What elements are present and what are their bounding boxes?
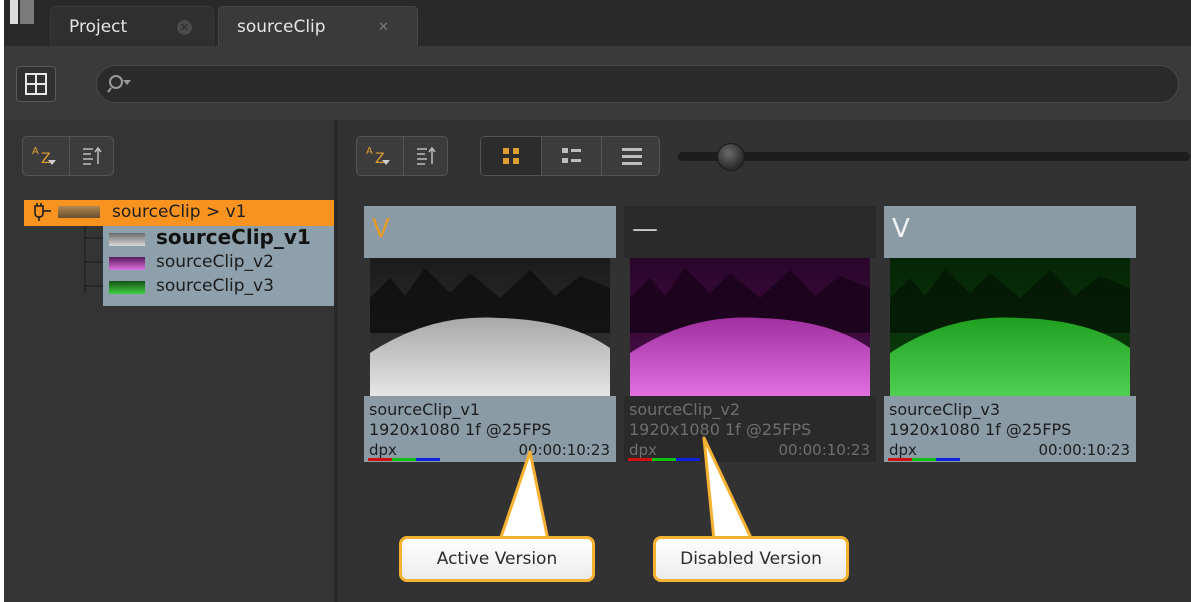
version-name: sourceClip_v3 [889,400,1000,419]
version-timecode: 00:00:10:23 [518,441,610,459]
tab-sourceclip[interactable]: sourceClip ✕ [218,6,418,47]
tree-item-label: sourceClip_v3 [156,276,274,296]
version-card-header: — [624,206,876,258]
thumbnail-size-slider[interactable] [678,152,1190,161]
version-thumbnail [630,258,870,396]
version-info: 1920x1080 1f @25FPS [629,420,812,439]
sort-alpha-icon: AZ [366,146,390,167]
tree-sort-controls: AZ [22,136,114,176]
sort-alpha-button[interactable]: AZ [357,137,403,175]
version-tree-panel: AZ sourceClip > v1 sourceClip_v1 sourceC… [4,120,334,602]
version-card-v1[interactable]: V sourceClip_v1 1920x1080 1f @25FPS dpx … [364,206,616,466]
version-format: dpx [369,441,397,459]
version-thumbnail [370,258,610,396]
bin-viewer-window: Project ✕ sourceClip ✕ A Z sourceClip > … [4,0,1191,602]
search-input[interactable] [141,72,1155,98]
version-card-meta: sourceClip_v3 1920x1080 1f @25FPS dpx 00… [884,396,1136,462]
layout-grid-button[interactable] [16,66,56,102]
pane-menu-icon[interactable] [6,0,38,30]
tab-sourceclip-label: sourceClip [237,17,326,37]
grid-sort-controls: AZ [356,136,448,176]
sort-direction-icon [83,146,102,165]
tree-item-thumbnail [109,233,145,246]
search-field[interactable] [96,65,1179,103]
version-format: dpx [629,441,657,459]
version-card-meta: sourceClip_v1 1920x1080 1f @25FPS dpx 00… [364,396,616,462]
version-name: sourceClip_v2 [629,400,740,419]
tab-project-close-icon[interactable]: ✕ [177,20,192,35]
version-card-v3[interactable]: V sourceClip_v3 1920x1080 1f @25FPS dpx … [884,206,1136,466]
version-timecode: 00:00:10:23 [778,441,870,459]
tree-item-v2[interactable]: sourceClip_v2 [106,252,334,276]
view-details-button[interactable] [541,137,601,175]
version-card-header: V [884,206,1136,258]
tab-project[interactable]: Project ✕ [50,6,214,46]
version-name: sourceClip_v1 [369,400,480,419]
tree-item-thumbnail [109,257,145,270]
version-format: dpx [889,441,917,459]
tree-item-v1[interactable]: sourceClip_v1 [106,225,334,252]
tab-sourceclip-close-icon[interactable]: ✕ [376,20,391,35]
version-state-mark[interactable]: V [372,214,390,244]
version-timecode: 00:00:10:23 [1038,441,1130,459]
rgb-channel-bar [628,458,700,461]
version-info: 1920x1080 1f @25FPS [889,420,1072,439]
version-state-mark[interactable]: — [632,214,658,244]
grid-icon [25,73,47,95]
rgb-channel-bar [368,458,440,461]
sort-direction-icon [417,146,436,165]
tree-item-v3[interactable]: sourceClip_v3 [106,276,334,300]
tree-item-label: sourceClip_v1 [156,225,311,249]
version-thumbnail [890,258,1130,396]
version-info: 1920x1080 1f @25FPS [369,420,552,439]
list-view-icon [622,148,642,165]
version-card-v2[interactable]: — sourceClip_v2 1920x1080 1f @25FPS dpx … [624,206,876,466]
sort-alpha-button[interactable]: AZ [23,137,69,175]
version-state-mark[interactable]: V [892,214,910,244]
search-bar-row [4,46,1191,120]
search-icon[interactable] [107,73,133,95]
tab-strip: Project ✕ sourceClip ✕ [4,0,1191,47]
thumbnail-view-icon [503,148,519,164]
tree-item-thumbnail [109,281,145,294]
view-list-button[interactable] [601,137,659,175]
view-mode-controls [480,136,660,176]
sort-direction-button[interactable] [69,137,113,175]
tab-project-label: Project [69,17,128,37]
version-card-header: V [364,206,616,258]
sort-alpha-icon: AZ [32,146,56,167]
view-thumbnails-button[interactable] [481,137,541,175]
sort-direction-button[interactable] [403,137,447,175]
detail-view-icon [562,148,581,163]
version-tree: sourceClip > v1 sourceClip_v1 sourceClip… [24,200,334,400]
tree-item-label: sourceClip_v2 [156,252,274,272]
thumbnail-size-slider-handle[interactable] [716,143,745,171]
rgb-channel-bar [888,458,960,461]
version-card-meta: sourceClip_v2 1920x1080 1f @25FPS dpx 00… [624,396,876,462]
